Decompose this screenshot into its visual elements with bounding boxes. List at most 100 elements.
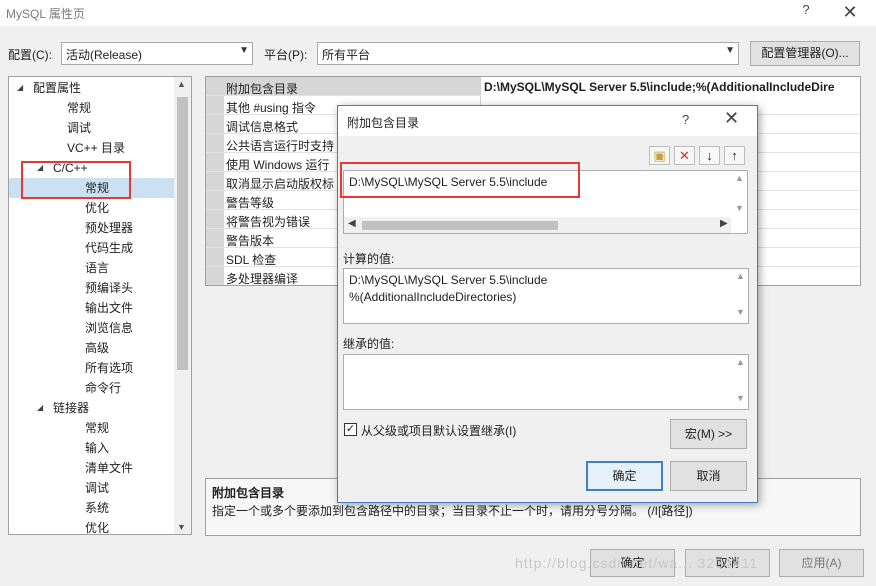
expand-icon[interactable]: ◢	[17, 78, 23, 98]
new-folder-icon[interactable]: ▣	[649, 146, 670, 165]
property-row[interactable]: 附加包含目录 D:\MySQL\MySQL Server 5.5\include;…	[206, 77, 860, 96]
tree-item[interactable]: 调试	[9, 478, 175, 498]
tree-item[interactable]: 输入	[9, 438, 175, 458]
list-vscrollbar[interactable]: ▲ ▼	[731, 171, 747, 218]
scroll-down-icon[interactable]: ▼	[735, 203, 744, 213]
expand-icon[interactable]: ◢	[37, 158, 43, 178]
tree-item[interactable]: 清单文件	[9, 458, 175, 478]
inherited-values-box: ▲ ▼	[343, 354, 749, 410]
tree-item[interactable]: 输出文件	[9, 298, 175, 318]
tree-item-label: 预处理器	[85, 221, 134, 235]
dialog-ok-button[interactable]: 确定	[586, 461, 663, 491]
chevron-down-icon: ▼	[725, 45, 735, 56]
scroll-right-icon[interactable]: ▶	[720, 218, 728, 229]
tree-item[interactable]: 常规	[9, 98, 175, 118]
close-icon[interactable]: ✕	[838, 0, 862, 24]
scroll-thumb[interactable]	[362, 221, 558, 230]
directory-list[interactable]: D:\MySQL\MySQL Server 5.5\include ▲ ▼ ◀ …	[343, 170, 748, 234]
tree-item[interactable]: 命令行	[9, 378, 175, 398]
tree-item-label: C/C++	[53, 161, 88, 175]
description-heading: 附加包含目录	[212, 486, 285, 500]
chevron-down-icon: ▼	[239, 45, 249, 56]
scroll-down-icon[interactable]: ▼	[736, 393, 745, 403]
property-name: 多处理器编译	[226, 272, 299, 286]
directory-entry[interactable]: D:\MySQL\MySQL Server 5.5\include	[349, 175, 547, 189]
inherited-scrollbar[interactable]: ▲ ▼	[732, 355, 748, 409]
apply-button[interactable]: 应用(A)	[779, 549, 864, 577]
computed-scrollbar[interactable]: ▲ ▼	[732, 269, 748, 323]
inherit-checkbox-label[interactable]: 从父级或项目默认设置继承(I)	[361, 422, 516, 439]
move-up-icon[interactable]: ↑	[724, 146, 745, 165]
tree-item-label: 优化	[85, 521, 110, 535]
tree-item-label: 配置属性	[33, 81, 82, 95]
tree-item[interactable]: 常规	[9, 418, 175, 438]
scroll-up-icon[interactable]: ▲	[735, 173, 744, 183]
dialog-help-icon[interactable]: ?	[682, 112, 689, 127]
inherited-label: 继承的值:	[343, 337, 395, 351]
tree-scrollbar[interactable]: ▲ ▼	[174, 77, 191, 534]
tree-item-label: 语言	[85, 261, 110, 275]
tree-item-label: 清单文件	[85, 461, 134, 475]
tree-item[interactable]: 代码生成	[9, 238, 175, 258]
scroll-left-icon[interactable]: ◀	[348, 218, 356, 229]
computed-label: 计算的值:	[343, 252, 395, 266]
platform-label: 平台(P):	[264, 48, 308, 62]
config-select[interactable]: 活动(Release) ▼	[61, 42, 253, 65]
dialog-cancel-button[interactable]: 取消	[670, 461, 747, 491]
property-name: 其他 #using 指令	[226, 101, 317, 115]
tree-item-label: 调试	[67, 121, 92, 135]
tree-item-label: 代码生成	[85, 241, 134, 255]
scroll-up-icon[interactable]: ▲	[736, 357, 745, 367]
scroll-thumb[interactable]	[177, 97, 188, 370]
scroll-up-icon[interactable]: ▲	[736, 271, 745, 281]
scroll-up-icon[interactable]: ▲	[177, 79, 186, 89]
dialog-close-icon[interactable]: ✕	[724, 108, 739, 129]
description-text: 指定一个或多个要添加到包含路径中的目录；当目录不止一个时，请用分号分隔。 (/I…	[212, 504, 693, 518]
help-icon[interactable]: ?	[797, 2, 815, 22]
tree-item[interactable]: 常规	[9, 178, 175, 198]
property-value[interactable]: D:\MySQL\MySQL Server 5.5\include;%(Addi…	[484, 80, 835, 94]
tree-item-label: 优化	[85, 201, 110, 215]
tree-item-label: 命令行	[85, 381, 122, 395]
tree-item[interactable]: ◢ C/C++	[9, 158, 175, 178]
tree-item-label: 输出文件	[85, 301, 134, 315]
tree-item[interactable]: 优化	[9, 518, 175, 535]
delete-icon[interactable]: ✕	[674, 146, 695, 165]
row-gutter	[206, 172, 224, 190]
tree-item-label: 输入	[85, 441, 110, 455]
row-gutter	[206, 248, 224, 266]
list-hscrollbar[interactable]: ◀ ▶	[344, 217, 731, 233]
inherit-checkbox[interactable]: ✓	[344, 423, 357, 436]
computed-line: D:\MySQL\MySQL Server 5.5\include	[349, 273, 548, 287]
config-select-value: 活动(Release)	[66, 48, 143, 62]
row-gutter	[206, 267, 224, 285]
expand-icon[interactable]: ◢	[37, 398, 43, 418]
property-tree[interactable]: ◢ 配置属性 常规 调试 VC++ 目录 ◢ C/C++ 常规 优化 预处理器 代码生成 语言 预编译头…	[8, 76, 192, 535]
tree-item[interactable]: 所有选项	[9, 358, 175, 378]
tree-item[interactable]: 预编译头	[9, 278, 175, 298]
platform-select[interactable]: 所有平台 ▼	[317, 42, 739, 65]
tree-item[interactable]: ◢ 链接器	[9, 398, 175, 418]
tree-item[interactable]: 高级	[9, 338, 175, 358]
tree-item[interactable]: ◢ 配置属性	[9, 78, 175, 98]
tree-item[interactable]: 语言	[9, 258, 175, 278]
property-name: 警告版本	[226, 234, 275, 248]
scroll-down-icon[interactable]: ▼	[177, 522, 186, 532]
macro-button[interactable]: 宏(M) >>	[670, 419, 747, 449]
row-gutter	[206, 115, 224, 133]
config-manager-button[interactable]: 配置管理器(O)...	[750, 41, 860, 66]
tree-item[interactable]: VC++ 目录	[9, 138, 175, 158]
window-title: MySQL 属性页	[6, 7, 85, 21]
property-name: 警告等级	[226, 196, 275, 210]
move-down-icon[interactable]: ↓	[699, 146, 720, 165]
tree-item[interactable]: 预处理器	[9, 218, 175, 238]
tree-item[interactable]: 调试	[9, 118, 175, 138]
row-gutter	[206, 210, 224, 228]
scroll-down-icon[interactable]: ▼	[736, 307, 745, 317]
tree-item-label: 浏览信息	[85, 321, 134, 335]
tree-item[interactable]: 浏览信息	[9, 318, 175, 338]
dialog-title-bar: 附加包含目录 ? ✕	[338, 106, 757, 136]
tree-item[interactable]: 优化	[9, 198, 175, 218]
computed-values-box: D:\MySQL\MySQL Server 5.5\include %(Addi…	[343, 268, 749, 324]
tree-item[interactable]: 系统	[9, 498, 175, 518]
